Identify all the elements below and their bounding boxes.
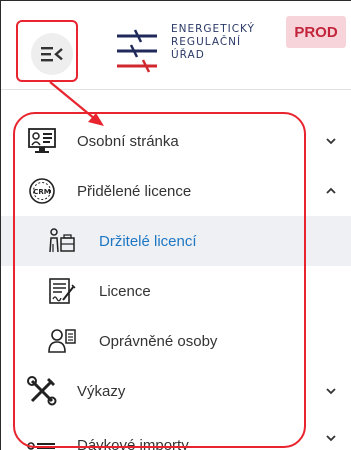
chevron-down-icon[interactable] [323,383,339,399]
chevron-down-icon[interactable] [323,430,339,446]
chevron-up-icon[interactable] [323,183,339,199]
logo-line-3: ÚŘAD [171,49,205,61]
annotation-highlight-nav [13,112,306,448]
eru-logo-text: ENERGETICKÝ REGULAČNÍ ÚŘAD [171,23,261,62]
environment-badge: PROD [286,16,346,48]
logo-line-2: REGULAČNÍ [171,36,242,48]
eru-logo-icon [117,29,157,73]
logo-line-1: ENERGETICKÝ [171,23,255,35]
annotation-highlight-menu-button [16,20,78,82]
chevron-down-icon[interactable] [323,133,339,149]
